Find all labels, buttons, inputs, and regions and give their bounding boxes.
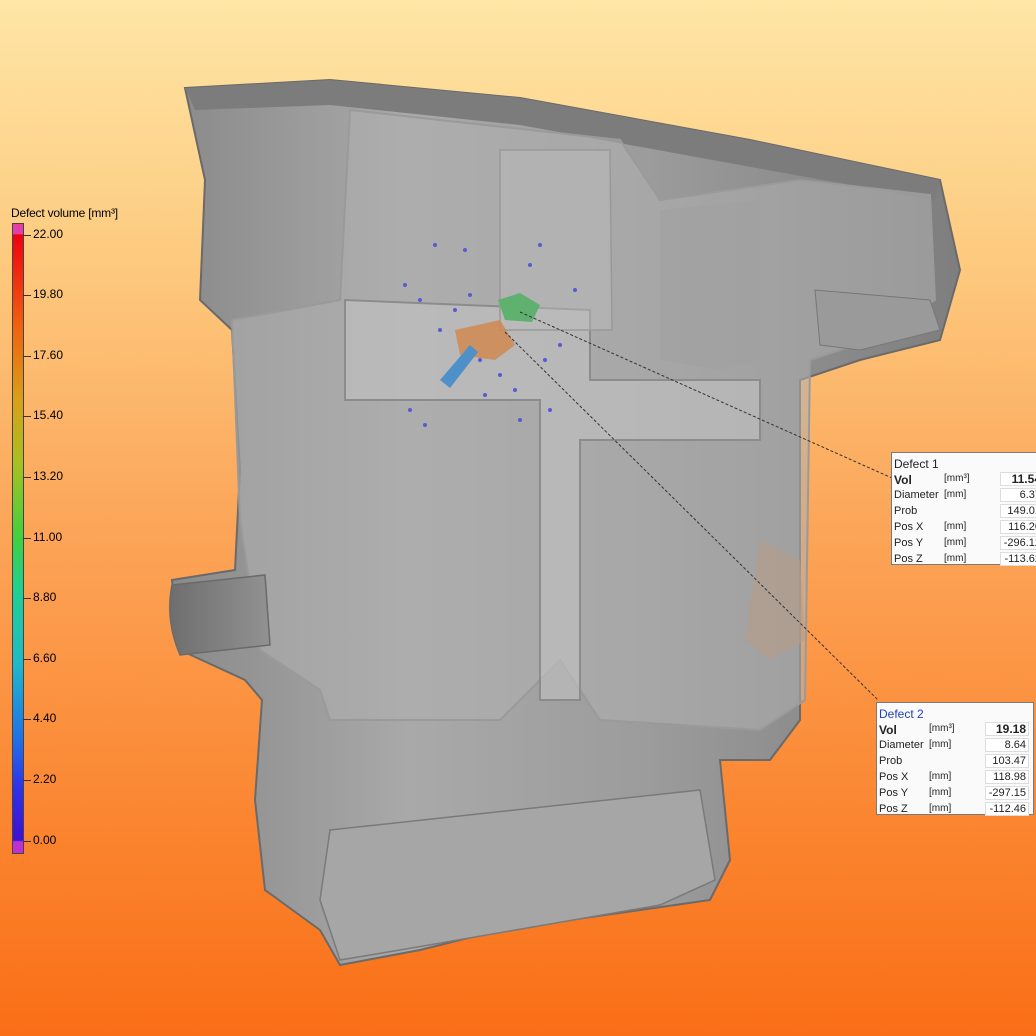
- legend-tick: [23, 356, 31, 357]
- defect-1-row-prob: Prob 149.01: [894, 503, 1036, 519]
- legend-tick-label: 11.00: [33, 530, 63, 544]
- row-value: -112.46: [985, 802, 1029, 816]
- row-unit: [mm]: [929, 739, 952, 750]
- legend-tick: [23, 477, 31, 478]
- row-label: Diameter: [879, 739, 924, 751]
- row-label: Prob: [894, 505, 918, 517]
- defect-2-title: Defect 2: [879, 707, 924, 721]
- legend-tick: [23, 235, 31, 236]
- legend-tick-label: 0.00: [33, 833, 57, 847]
- defect-1-row-vol: Vol [mm³] 11.54: [894, 471, 1036, 487]
- legend-tick-label: 4.40: [33, 711, 57, 725]
- row-label: Pos Y: [894, 537, 924, 549]
- legend-tick: [23, 841, 31, 842]
- defect-1-row-pos-y: Pos Y [mm] -296.12: [894, 535, 1036, 551]
- defect-2-row-vol: Vol [mm³] 19.18: [879, 721, 1029, 737]
- row-value: -297.15: [985, 786, 1029, 800]
- row-label: Pos X: [879, 771, 909, 783]
- row-label: Vol: [894, 473, 912, 487]
- row-unit: [mm]: [944, 537, 967, 548]
- legend-tick-label: 6.60: [33, 651, 57, 665]
- row-unit: [mm]: [944, 489, 967, 500]
- defect-2-row-prob: Prob 103.47: [879, 753, 1029, 769]
- row-label: Vol: [879, 723, 897, 737]
- row-value: 149.01: [1000, 504, 1036, 518]
- defect-volume-legend: Defect volume [mm³] 22.00 19.80 17.60 15…: [0, 0, 200, 900]
- legend-tick-label: 17.60: [33, 348, 64, 362]
- row-unit: [mm]: [944, 553, 967, 564]
- legend-tick-label: 13.20: [33, 469, 64, 483]
- defect-2-info-panel[interactable]: Defect 2 Vol [mm³] 19.18 Diameter [mm] 8…: [876, 702, 1034, 817]
- row-value: 19.18: [985, 722, 1029, 736]
- legend-tick-label: 15.40: [33, 408, 64, 422]
- legend-tick-label: 19.80: [33, 287, 64, 301]
- row-unit: [mm]: [929, 787, 952, 798]
- legend-tick: [23, 295, 31, 296]
- row-label: Prob: [879, 755, 903, 767]
- legend-tick: [23, 538, 31, 539]
- legend-tick: [23, 780, 31, 781]
- legend-tick-label: 2.20: [33, 772, 57, 786]
- row-label: Pos Z: [879, 803, 908, 815]
- row-unit: [mm]: [929, 771, 952, 782]
- defect-2-row-pos-z: Pos Z [mm] -112.46: [879, 801, 1029, 817]
- row-label: Diameter: [894, 489, 939, 501]
- row-label: Pos X: [894, 521, 924, 533]
- row-value: -113.62: [1000, 552, 1036, 566]
- defect-2-row-diameter: Diameter [mm] 8.64: [879, 737, 1029, 753]
- defect-1-row-diameter: Diameter [mm] 6.37: [894, 487, 1036, 503]
- row-value: 116.20: [1000, 520, 1036, 534]
- legend-tick: [23, 659, 31, 660]
- row-value: -296.12: [1000, 536, 1036, 550]
- defect-1-row-pos-z: Pos Z [mm] -113.62: [894, 551, 1036, 567]
- defect-2-row-pos-y: Pos Y [mm] -297.15: [879, 785, 1029, 801]
- legend-tick-label: 8.80: [33, 590, 57, 604]
- row-value: 103.47: [985, 754, 1029, 768]
- row-unit: [mm]: [929, 803, 952, 814]
- defect-1-title: Defect 1: [894, 457, 939, 471]
- row-unit: [mm³]: [944, 473, 970, 484]
- row-value: 11.54: [1000, 472, 1036, 486]
- legend-tick-label: 22.00: [33, 227, 64, 241]
- legend-tick: [23, 719, 31, 720]
- row-label: Pos Z: [894, 553, 923, 565]
- defect-2-row-pos-x: Pos X [mm] 118.98: [879, 769, 1029, 785]
- legend-title: Defect volume [mm³]: [11, 206, 118, 220]
- row-value: 6.37: [1000, 488, 1036, 502]
- defect-1-info-panel[interactable]: Defect 1 Vol [mm³] 11.54 Diameter [mm] 6…: [891, 452, 1036, 567]
- row-unit: [mm³]: [929, 723, 955, 734]
- row-value: 8.64: [985, 738, 1029, 752]
- row-label: Pos Y: [879, 787, 909, 799]
- defect-1-row-pos-x: Pos X [mm] 116.20: [894, 519, 1036, 535]
- legend-tick: [23, 598, 31, 599]
- row-value: 118.98: [985, 770, 1029, 784]
- legend-tick: [23, 416, 31, 417]
- row-unit: [mm]: [944, 521, 967, 532]
